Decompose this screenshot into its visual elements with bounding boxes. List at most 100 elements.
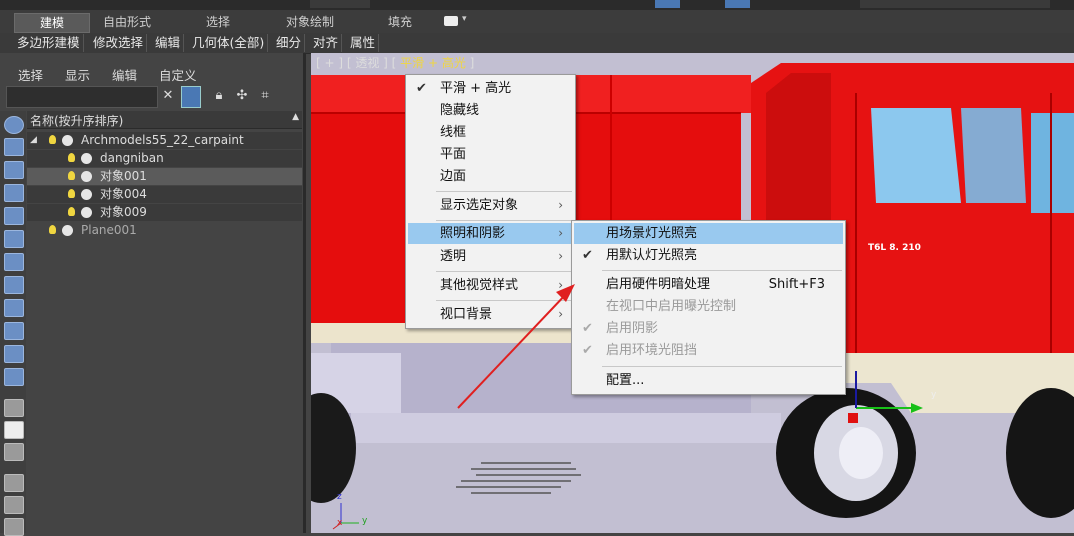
funnel-icon[interactable] [4,474,24,492]
lock-icon[interactable]: 🔒︎ [211,88,227,104]
explorer-menu-edit[interactable]: 编辑 [112,65,137,84]
tree-row-label: 对象004 [100,187,147,201]
lightbulb-icon[interactable] [68,207,75,216]
teapot-icon[interactable] [62,135,73,146]
toolbar-more-icon[interactable] [4,518,24,536]
subtab-poly-modeling[interactable]: 多边形建模 [14,34,84,52]
frozen-filter-icon[interactable] [4,368,24,386]
lightbulb-icon[interactable] [49,225,56,234]
menu-item-enable-shadows[interactable]: ✔ 启用阴影 [574,318,843,339]
tree-row[interactable]: 对象004 [27,186,302,203]
explorer-menu-select[interactable]: 选择 [18,65,43,84]
cameras-filter-icon[interactable] [4,207,24,225]
teapot-icon[interactable] [62,225,73,236]
menu-item-flat[interactable]: 平面 [408,144,573,165]
explorer-search-input[interactable] [6,86,158,108]
display-none-list-icon[interactable] [4,421,24,439]
display-all-icon[interactable] [4,399,24,417]
gizmo-y-label: y [931,390,937,400]
expand-triangle-icon[interactable]: ◢ [30,132,37,149]
geometry-filter-icon[interactable] [4,138,24,156]
tab-object-paint[interactable]: 对象绘制 [276,13,344,31]
menu-item-lighting-shadows[interactable]: 照明和阴影 › [408,223,573,244]
helpers-filter-icon[interactable] [4,230,24,248]
tab-populate[interactable]: 填充 [380,13,420,31]
menu-separator [602,366,842,367]
filter-icon[interactable] [181,86,201,108]
menu-item-transparency[interactable]: 透明 › [408,246,573,267]
teapot-icon[interactable] [81,171,92,182]
subtab-align[interactable]: 对齐 [310,34,343,52]
select-children-icon[interactable]: ✣ [234,88,250,104]
tree-row-selected[interactable]: 对象001 [27,168,302,185]
explorer-menu-customize[interactable]: 自定义 [159,65,197,84]
containers-filter-icon[interactable] [4,345,24,363]
subtab-properties[interactable]: 属性 [347,34,380,52]
lights-filter-icon[interactable] [4,184,24,202]
sort-ascending-icon[interactable]: ▲ [292,112,299,122]
viewport-label[interactable]: [ + ] [ 透视 ] [ 平滑 + 高光 ] [316,54,474,71]
tree-row[interactable]: dangniban [27,150,302,167]
display-none-icon[interactable] [4,116,24,134]
viewport-shading-label[interactable]: 平滑 + 高光 [400,56,466,70]
select-dependents-icon[interactable]: ⌗ [257,88,273,104]
column-name-label: 名称(按升序排序) [30,114,124,128]
viewport-label-suffix[interactable]: ] [466,56,475,70]
axis-x-label: x [337,518,343,528]
subtab-modify-selection[interactable]: 修改选择 [90,34,148,52]
explorer-splitter[interactable] [303,53,306,533]
explorer-column-header[interactable]: 名称(按升序排序) ▲ [27,111,302,129]
annotation-arrow [457,284,575,409]
teapot-icon[interactable] [81,189,92,200]
subtab-geometry[interactable]: 几何体(全部) [189,34,269,52]
invert-display-icon[interactable] [4,443,24,461]
tree-row[interactable]: 对象009 [27,204,302,221]
toolbar-fragment [725,0,750,8]
menu-item-smooth-highlights[interactable]: ✔ 平滑 + 高光 [408,78,573,99]
shapes-filter-icon[interactable] [4,161,24,179]
lightbulb-icon[interactable] [68,171,75,180]
tree-row-label: dangniban [100,151,164,165]
menu-item-ambient-occlusion[interactable]: ✔ 启用环境光阻挡 [574,340,843,361]
find-icon[interactable] [4,496,24,514]
menu-item-edged-faces[interactable]: 边面 [408,166,573,187]
lightbulb-icon[interactable] [68,189,75,198]
viewport-label-prefix[interactable]: [ + ] [ 透视 ] [ [316,56,400,70]
chevron-down-icon[interactable]: ▾ [462,14,467,24]
menu-separator [602,270,842,271]
menu-separator [436,220,572,221]
teapot-icon[interactable] [81,207,92,218]
menu-item-hidden-line[interactable]: 隐藏线 [408,100,573,121]
tab-selection[interactable]: 选择 [196,13,240,31]
subtab-edit[interactable]: 编辑 [152,34,185,52]
ribbon-options-icon[interactable] [444,16,458,26]
menu-item-wireframe[interactable]: 线框 [408,122,573,143]
teapot-icon[interactable] [81,153,92,164]
tab-modeling[interactable]: 建模 [14,13,90,33]
menu-item-exposure-control[interactable]: 在视口中启用曝光控制 [574,296,843,317]
xrefs-filter-icon[interactable] [4,299,24,317]
spacewarps-filter-icon[interactable] [4,253,24,271]
groups-filter-icon[interactable] [4,276,24,294]
lightbulb-icon[interactable] [49,135,56,144]
lighting-shadows-submenu: 用场景灯光照亮 ✔ 用默认灯光照亮 启用硬件明暗处理 Shift+F3 在视口中… [571,220,846,395]
menu-separator [436,191,572,192]
subtab-subdivision[interactable]: 细分 [273,34,306,52]
menu-item-hardware-shading[interactable]: 启用硬件明暗处理 Shift+F3 [574,274,843,295]
tree-row-root[interactable]: ◢ Archmodels55_22_carpaint [27,132,302,149]
menu-item-illuminate-default-lights[interactable]: ✔ 用默认灯光照亮 [574,245,843,266]
explorer-filter-toolbar [0,111,26,536]
tab-freeform[interactable]: 自由形式 [94,13,160,31]
explorer-menu-display[interactable]: 显示 [65,65,90,84]
menu-item-display-selected[interactable]: 显示选定对象 › [408,195,573,216]
truck-plate-text: T6L 8. 210 [868,243,921,253]
clear-search-icon[interactable]: ✕ [160,88,176,104]
bones-filter-icon[interactable] [4,322,24,340]
submenu-arrow-icon: › [558,249,563,263]
menu-item-configure[interactable]: 配置... [574,370,843,391]
menu-item-illuminate-scene-lights[interactable]: 用场景灯光照亮 [574,223,843,244]
shortcut-label: Shift+F3 [768,277,825,292]
lightbulb-icon[interactable] [68,153,75,162]
tree-row[interactable]: Plane001 [27,222,302,239]
submenu-arrow-icon: › [558,198,563,212]
